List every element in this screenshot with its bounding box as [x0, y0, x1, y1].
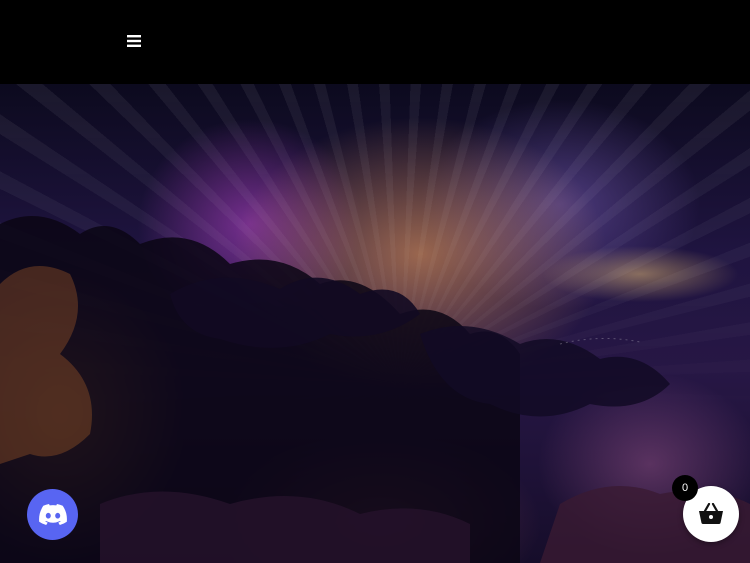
cart-count-badge: 0 [672, 475, 698, 501]
hamburger-menu-icon [127, 35, 141, 47]
cloud-layer [0, 216, 750, 563]
discord-button[interactable] [27, 489, 78, 540]
hero-image [0, 84, 750, 563]
basket-icon [699, 503, 723, 524]
menu-button[interactable] [124, 31, 144, 51]
discord-icon [38, 504, 67, 525]
top-bar [0, 0, 750, 84]
